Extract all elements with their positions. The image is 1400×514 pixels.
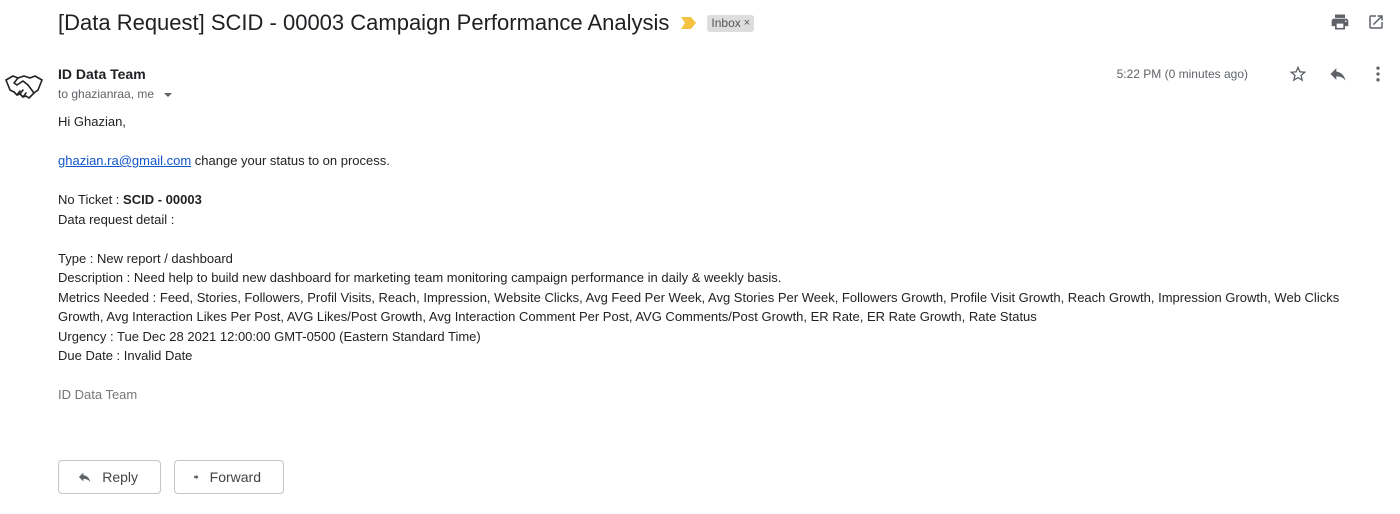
- detail-heading: Data request detail :: [58, 211, 175, 227]
- inbox-label-text: Inbox: [711, 15, 741, 30]
- signature: ID Data Team: [58, 387, 138, 402]
- timestamp: 5:22 PM (0 minutes ago): [1116, 67, 1248, 81]
- reply-button-label: Reply: [102, 469, 138, 485]
- importance-marker-icon[interactable]: [681, 16, 697, 30]
- ticket-line: No Ticket : SCID - 00003: [58, 190, 1388, 210]
- type-line: Type : New report / dashboard: [58, 250, 233, 266]
- top-actions: [1330, 12, 1386, 32]
- message-meta: 5:22 PM (0 minutes ago): [1117, 64, 1388, 84]
- chevron-down-icon[interactable]: [164, 92, 173, 97]
- more-vertical-icon[interactable]: [1368, 64, 1388, 84]
- star-icon[interactable]: [1288, 64, 1308, 84]
- recipient-row: to ghazianraa, me: [58, 87, 173, 101]
- email-subject: [Data Request] SCID - 00003 Campaign Per…: [58, 10, 670, 35]
- metrics-line: Metrics Needed : Feed, Stories, Follower…: [58, 289, 1340, 325]
- forward-icon: [194, 474, 199, 480]
- description-line: Description : Need help to build new das…: [58, 270, 782, 285]
- email-link[interactable]: ghazian.ra@gmail.com: [58, 153, 191, 168]
- ticket-id: SCID - 00003: [123, 192, 202, 207]
- handshake-icon: [4, 66, 44, 106]
- subject-row: [Data Request] SCID - 00003 Campaign Per…: [58, 8, 755, 38]
- email-body: Hi Ghazian, ghazian.ra@gmail.com change …: [58, 112, 1388, 405]
- greeting: Hi Ghazian,: [58, 114, 126, 129]
- ticket-label: No Ticket :: [58, 192, 124, 207]
- status-text: change your status to on process.: [191, 153, 390, 168]
- recipients-text: to ghazianraa, me: [58, 87, 155, 101]
- status-line: ghazian.ra@gmail.com change your status …: [58, 151, 1388, 171]
- sender-name[interactable]: ID Data Team: [58, 66, 146, 82]
- urgency-line: Urgency : Tue Dec 28 2021 12:00:00 GMT-0…: [58, 328, 481, 344]
- open-in-new-window-icon[interactable]: [1366, 12, 1386, 32]
- reply-icon: [78, 472, 91, 483]
- reply-icon[interactable]: [1328, 64, 1348, 84]
- reply-button[interactable]: Reply: [58, 460, 161, 494]
- due-date-line: Due Date : Invalid Date: [58, 348, 193, 363]
- print-icon[interactable]: [1330, 12, 1350, 32]
- forward-button[interactable]: Forward: [174, 460, 284, 494]
- forward-button-label: Forward: [209, 469, 261, 485]
- reply-actions: Reply Forward: [58, 460, 284, 494]
- inbox-label-chip[interactable]: Inbox ×: [707, 14, 755, 32]
- remove-label-icon[interactable]: ×: [744, 17, 750, 29]
